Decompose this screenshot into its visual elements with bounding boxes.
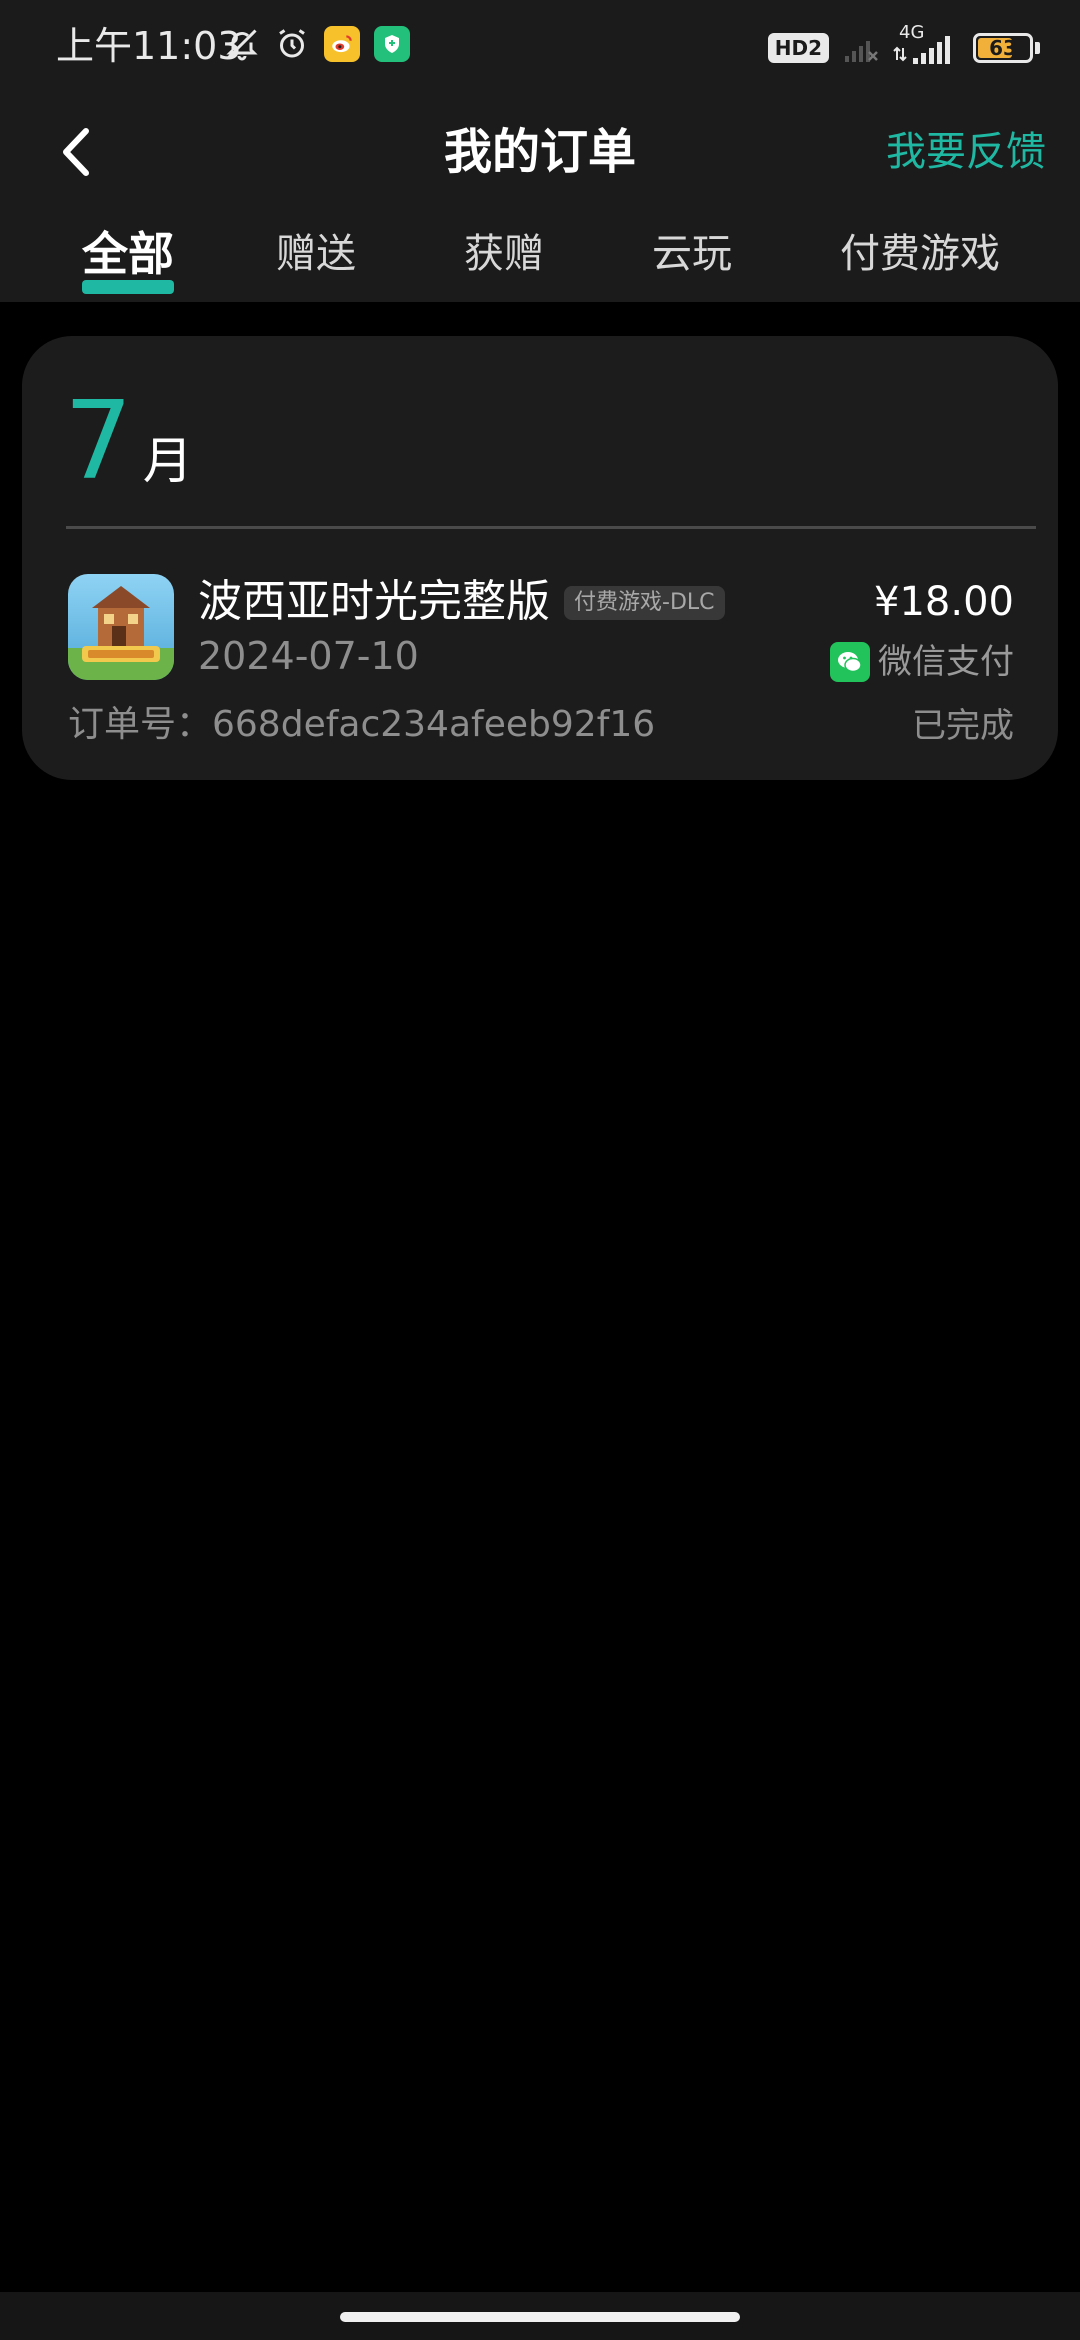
order-number[interactable]: 订单号：668defac234afeeb92f16 (68, 702, 655, 748)
order-month-card: 7 月 波西亚时光完整版 付费游戏-DLC 2024-07-10 ¥18.00 (22, 336, 1058, 780)
order-price: ¥18.00 (874, 579, 1014, 625)
active-tab-indicator (82, 280, 174, 294)
divider (66, 526, 1036, 529)
tab-cloud-play[interactable]: 云玩 (652, 228, 732, 280)
order-date: 2024-07-10 (198, 634, 419, 678)
order-type-tag: 付费游戏-DLC (564, 586, 725, 620)
status-bar: 上午11:03 HD2 4G 63 (0, 0, 1080, 96)
bell-off-icon (224, 26, 260, 62)
signal-weak-icon (843, 30, 879, 66)
battery-level: 63 (989, 36, 1017, 60)
top-area: 上午11:03 HD2 4G 63 我的订单 我要反馈 全部 赠送 获赠 云玩 … (0, 0, 1080, 302)
status-time: 上午11:03 (56, 24, 242, 68)
hd-badge: HD2 (767, 33, 829, 63)
signal-strong-icon (893, 36, 950, 64)
battery-indicator: 63 (973, 33, 1040, 63)
feedback-link[interactable]: 我要反馈 (886, 126, 1046, 178)
weibo-app-icon (324, 26, 360, 62)
status-right-icons: HD2 4G 63 (767, 22, 1040, 68)
game-title[interactable]: 波西亚时光完整版 (198, 574, 550, 630)
tab-all[interactable]: 全部 (82, 228, 174, 280)
wechat-pay-icon (830, 642, 870, 682)
game-thumbnail[interactable] (68, 574, 174, 680)
battery-icon: 63 (973, 33, 1033, 63)
month-heading: 7 月 (64, 384, 193, 500)
tab-gift-received[interactable]: 获赠 (464, 228, 544, 280)
alarm-icon (274, 26, 310, 62)
tab-paid-games[interactable]: 付费游戏 (840, 228, 1000, 280)
order-status: 已完成 (912, 706, 1014, 746)
order-tabs: 全部 赠送 获赠 云玩 付费游戏 (0, 228, 1080, 302)
status-left-icons (224, 26, 410, 62)
shield-app-icon (374, 26, 410, 62)
payment-method-label: 微信支付 (878, 642, 1014, 682)
home-indicator[interactable] (340, 2312, 740, 2322)
month-number: 7 (64, 379, 133, 504)
month-suffix: 月 (142, 432, 193, 490)
app-header: 我的订单 我要反馈 (0, 96, 1080, 208)
network-signal: 4G (893, 22, 959, 68)
payment-method: 微信支付 (830, 640, 1014, 684)
tab-gift-sent[interactable]: 赠送 (276, 228, 356, 280)
